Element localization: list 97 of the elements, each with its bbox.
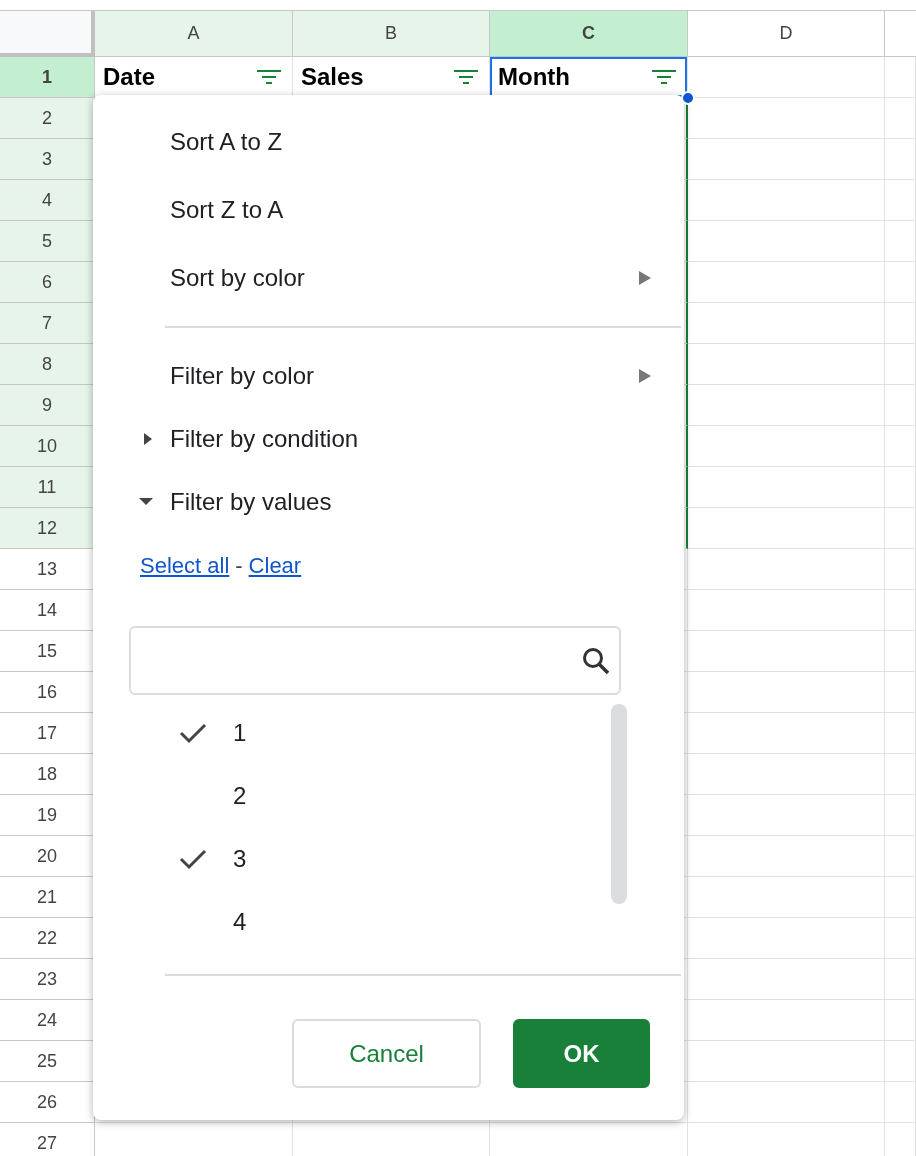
row-header[interactable]: 10 (0, 426, 95, 467)
scrollbar-thumb[interactable] (611, 704, 627, 904)
table-cell[interactable] (885, 57, 916, 98)
menu-item[interactable]: Filter by values (170, 483, 332, 520)
table-cell[interactable] (885, 754, 916, 795)
table-cell[interactable] (688, 139, 885, 180)
row-header[interactable]: 7 (0, 303, 95, 344)
table-cell[interactable] (688, 877, 885, 918)
table-cell[interactable] (688, 221, 885, 262)
expand-triangle-icon[interactable] (143, 431, 153, 446)
table-cell[interactable] (688, 959, 885, 1000)
row-header[interactable]: 4 (0, 180, 95, 221)
filter-icon[interactable] (256, 69, 282, 85)
row-header[interactable]: 9 (0, 385, 95, 426)
collapse-triangle-icon[interactable] (138, 497, 154, 506)
value-option[interactable]: 3 (233, 840, 247, 877)
filter-icon[interactable] (651, 69, 677, 85)
menu-item[interactable]: Sort Z to A (170, 192, 284, 228)
search-field[interactable] (129, 626, 621, 695)
column-header[interactable]: B (293, 11, 490, 57)
link-separator: - (235, 551, 243, 580)
table-cell[interactable] (688, 262, 885, 303)
table-cell[interactable] (885, 959, 916, 1000)
row-header[interactable]: 5 (0, 221, 95, 262)
table-cell[interactable] (885, 1041, 916, 1082)
ok-button[interactable]: OK (513, 1019, 650, 1088)
table-cell[interactable] (885, 180, 916, 221)
table-cell[interactable] (885, 590, 916, 631)
table-cell[interactable] (688, 631, 885, 672)
table-cell[interactable] (688, 836, 885, 877)
search-icon (581, 645, 611, 676)
table-cell[interactable] (688, 1000, 885, 1041)
table-cell[interactable] (688, 1041, 885, 1082)
table-cell[interactable] (885, 795, 916, 836)
header-cell[interactable]: Month (490, 57, 688, 98)
menu-item[interactable]: Sort by color (170, 260, 305, 296)
table-cell[interactable] (885, 385, 916, 426)
menu-item[interactable]: Sort A to Z (170, 124, 283, 160)
table-cell[interactable] (885, 631, 916, 672)
table-cell[interactable] (688, 918, 885, 959)
header-text: Month (498, 62, 570, 92)
table-cell[interactable] (885, 98, 916, 139)
menu-item[interactable]: Filter by color (170, 357, 315, 394)
row-header[interactable]: 6 (0, 262, 95, 303)
table-cell[interactable] (688, 303, 885, 344)
submenu-arrow-icon (638, 367, 652, 384)
column-header[interactable]: D (688, 11, 885, 57)
table-cell[interactable] (688, 426, 885, 467)
table-cell[interactable] (885, 549, 916, 590)
table-cell[interactable] (885, 221, 916, 262)
clear-link[interactable]: Clear (248, 548, 302, 582)
value-option[interactable]: 1 (233, 714, 247, 751)
table-cell[interactable] (688, 344, 885, 385)
table-cell[interactable] (688, 508, 885, 549)
table-cell[interactable] (885, 836, 916, 877)
row-header[interactable]: 11 (0, 467, 95, 508)
value-option[interactable]: 2 (233, 777, 247, 814)
table-cell[interactable] (885, 918, 916, 959)
filter-icon[interactable] (453, 69, 479, 85)
table-cell[interactable] (688, 590, 885, 631)
row-header[interactable]: 12 (0, 508, 95, 549)
header-text: Sales (301, 62, 364, 92)
table-cell[interactable] (688, 795, 885, 836)
table-cell[interactable] (688, 385, 885, 426)
table-cell[interactable] (885, 508, 916, 549)
select-all-link[interactable]: Select all (140, 548, 230, 582)
table-cell[interactable] (688, 754, 885, 795)
value-option[interactable]: 4 (233, 903, 247, 940)
table-cell[interactable] (688, 672, 885, 713)
table-cell[interactable] (885, 1000, 916, 1041)
table-cell[interactable] (885, 672, 916, 713)
table-cell[interactable] (688, 1082, 885, 1123)
select-all-corner[interactable] (0, 11, 95, 57)
table-cell[interactable] (688, 549, 885, 590)
fill-handle[interactable] (681, 91, 695, 105)
table-cell[interactable] (688, 180, 885, 221)
row-header[interactable]: 1 (0, 57, 95, 98)
submenu-arrow-icon (638, 270, 652, 286)
table-cell[interactable] (885, 1082, 916, 1123)
menu-item[interactable]: Filter by condition (170, 420, 359, 457)
table-cell[interactable] (885, 877, 916, 918)
table-cell[interactable] (885, 344, 916, 385)
table-cell[interactable] (885, 139, 916, 180)
column-header[interactable]: A (95, 11, 293, 57)
row-header[interactable]: 8 (0, 344, 95, 385)
column-header[interactable]: C (490, 11, 688, 57)
table-cell[interactable] (688, 467, 885, 508)
row-header[interactable]: 2 (0, 98, 95, 139)
cancel-button[interactable]: Cancel (292, 1019, 481, 1088)
table-cell[interactable] (885, 426, 916, 467)
table-cell[interactable] (885, 467, 916, 508)
table-cell[interactable] (885, 262, 916, 303)
header-text: Date (103, 62, 156, 92)
table-cell[interactable] (885, 303, 916, 344)
table-cell[interactable] (688, 713, 885, 754)
row-header[interactable]: 3 (0, 139, 95, 180)
table-cell[interactable] (885, 713, 916, 754)
